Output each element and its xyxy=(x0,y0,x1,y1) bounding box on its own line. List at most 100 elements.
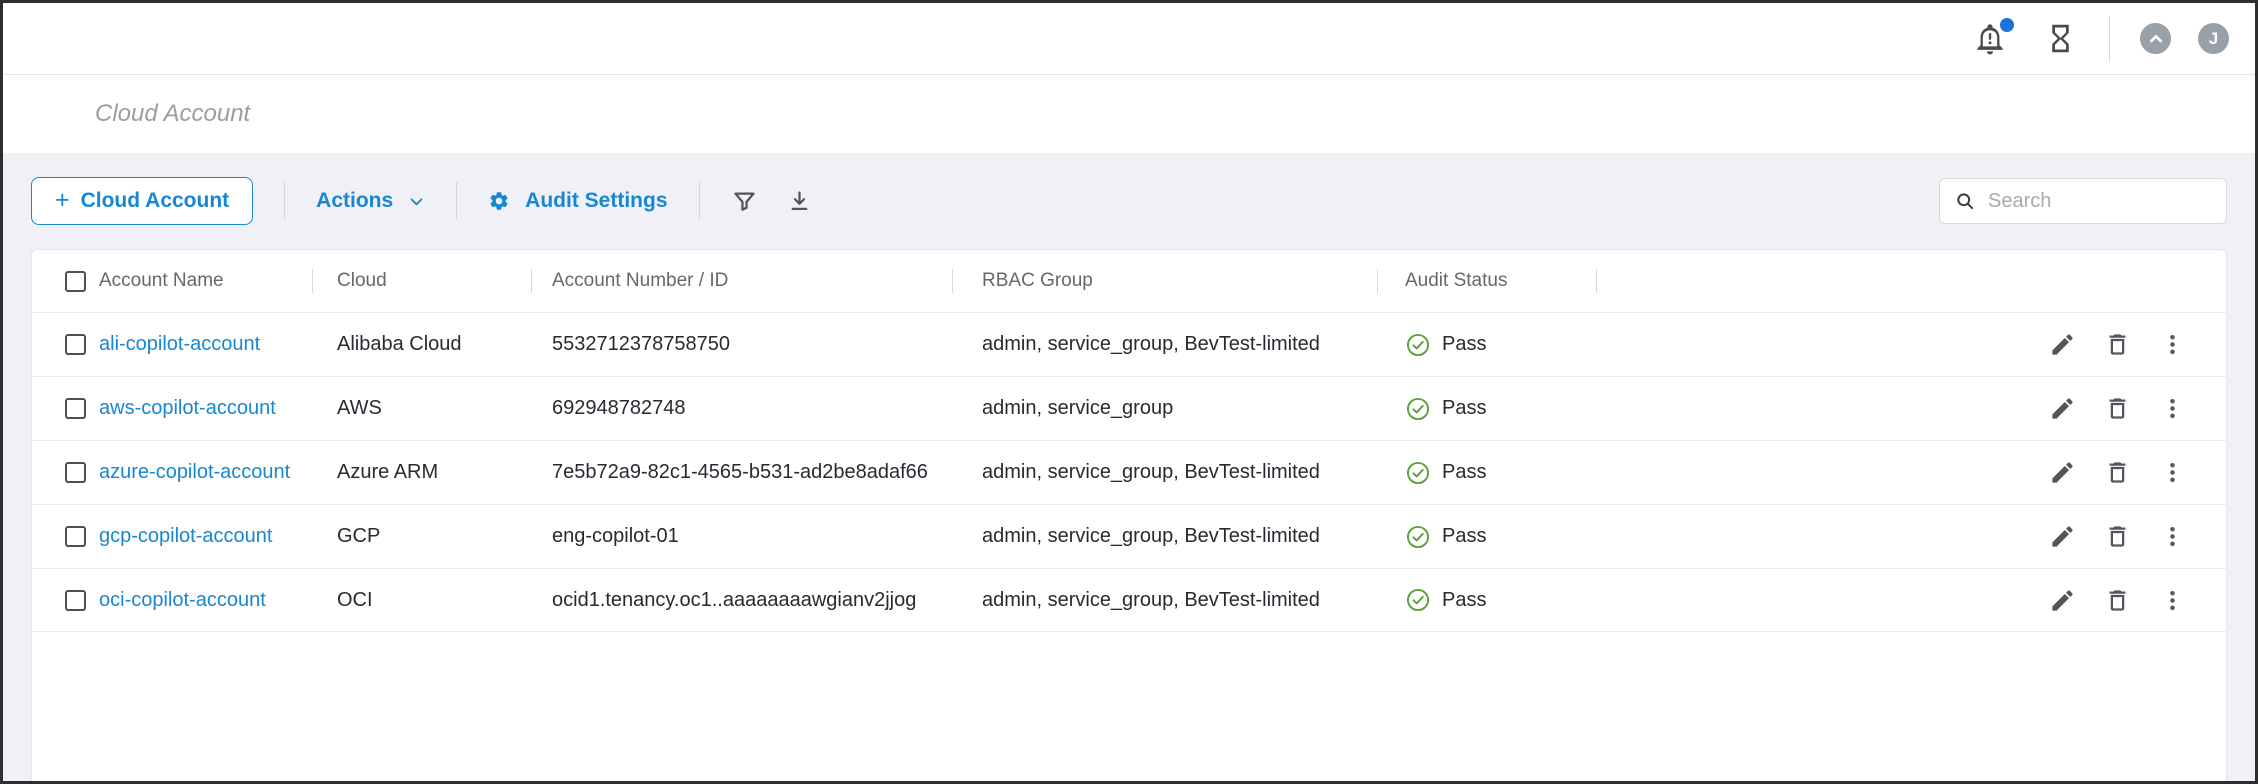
row-checkbox-cell xyxy=(32,526,99,547)
more-options-button[interactable] xyxy=(2159,523,2186,550)
trash-icon xyxy=(2104,459,2131,486)
pencil-icon xyxy=(2049,395,2076,422)
row-checkbox[interactable] xyxy=(65,589,86,611)
table-row: aws-copilot-account AWS 692948782748 adm… xyxy=(32,376,2226,440)
check-circle-icon xyxy=(1405,332,1431,358)
row-checkbox[interactable] xyxy=(65,334,86,355)
check-circle-icon xyxy=(1405,587,1431,613)
column-header-account-number: Account Number / ID xyxy=(532,250,953,312)
more-options-button[interactable] xyxy=(2159,331,2186,358)
more-options-button[interactable] xyxy=(2159,395,2186,422)
delete-button[interactable] xyxy=(2104,459,2131,486)
check-circle-icon xyxy=(1405,524,1431,550)
audit-status-cell: Pass xyxy=(1378,587,1597,613)
app-launcher-button[interactable] xyxy=(2140,23,2171,54)
edit-button[interactable] xyxy=(2049,459,2076,486)
breadcrumb-bar: Cloud Account xyxy=(3,75,2255,153)
add-cloud-account-label: Cloud Account xyxy=(80,189,230,212)
rbac-group-cell: admin, service_group, BevTest-limited xyxy=(982,461,1320,483)
chevron-down-icon xyxy=(408,193,425,210)
pencil-icon xyxy=(2049,523,2076,550)
filter-button[interactable] xyxy=(731,188,758,215)
cloud-account-page: J Cloud Account + Cloud Account Actions xyxy=(0,0,2258,784)
row-checkbox-cell xyxy=(32,462,99,483)
search-icon xyxy=(1955,191,1975,211)
search-input[interactable] xyxy=(1986,188,2211,214)
row-checkbox-cell xyxy=(32,398,99,419)
user-avatar[interactable]: J xyxy=(2198,23,2229,54)
column-header-cloud: Cloud xyxy=(313,250,532,312)
account-number-cell: 5532712378758750 xyxy=(552,333,730,355)
add-cloud-account-button[interactable]: + Cloud Account xyxy=(31,177,254,225)
row-checkbox[interactable] xyxy=(65,398,86,419)
account-name-link[interactable]: azure-copilot-account xyxy=(99,461,290,484)
notifications-button[interactable] xyxy=(1972,17,2014,57)
audit-status-cell: Pass xyxy=(1378,524,1597,550)
topbar-divider xyxy=(2109,15,2110,62)
table-row: gcp-copilot-account GCP eng-copilot-01 a… xyxy=(32,504,2226,568)
row-checkbox[interactable] xyxy=(65,462,86,483)
audit-status-label: Pass xyxy=(1442,461,1487,483)
row-actions xyxy=(1597,331,2226,358)
select-all-checkbox[interactable] xyxy=(65,270,86,292)
account-name-cell: oci-copilot-account xyxy=(99,589,313,612)
column-header-rbac-group: RBAC Group xyxy=(953,250,1378,312)
table-row: ali-copilot-account Alibaba Cloud 553271… xyxy=(32,312,2226,376)
edit-button[interactable] xyxy=(2049,523,2076,550)
column-header-audit-status: Audit Status xyxy=(1378,250,1597,312)
rbac-group-cell: admin, service_group, BevTest-limited xyxy=(982,588,1320,611)
account-name-link[interactable]: gcp-copilot-account xyxy=(99,525,272,548)
account-name-link[interactable]: ali-copilot-account xyxy=(99,333,260,356)
kebab-icon xyxy=(2159,395,2186,422)
audit-settings-label: Audit Settings xyxy=(525,189,668,212)
gear-icon xyxy=(488,190,510,212)
trash-icon xyxy=(2104,523,2131,550)
table-row: oci-copilot-account OCI ocid1.tenancy.oc… xyxy=(32,568,2226,632)
account-name-link[interactable]: aws-copilot-account xyxy=(99,397,276,420)
download-button[interactable] xyxy=(786,188,813,215)
delete-button[interactable] xyxy=(2104,331,2131,358)
task-history-button[interactable] xyxy=(2044,22,2077,55)
more-options-button[interactable] xyxy=(2159,459,2186,486)
audit-settings-button[interactable]: Audit Settings xyxy=(488,189,668,213)
toolbar-divider xyxy=(284,182,286,220)
chevron-up-icon xyxy=(2148,31,2164,47)
row-checkbox-cell xyxy=(32,589,99,611)
account-number-cell: eng-copilot-01 xyxy=(552,525,679,547)
row-actions xyxy=(1597,395,2226,422)
header-checkbox-cell xyxy=(32,250,99,312)
table-header: Account Name Cloud Account Number / ID R… xyxy=(32,250,2226,312)
kebab-icon xyxy=(2159,331,2186,358)
edit-button[interactable] xyxy=(2049,395,2076,422)
cloud-cell: AWS xyxy=(337,397,382,419)
delete-button[interactable] xyxy=(2104,395,2131,422)
audit-status-cell: Pass xyxy=(1378,332,1597,358)
delete-button[interactable] xyxy=(2104,523,2131,550)
avatar-initial: J xyxy=(2208,28,2219,48)
pencil-icon xyxy=(2049,459,2076,486)
rbac-group-cell: admin, service_group xyxy=(982,397,1174,419)
account-name-cell: ali-copilot-account xyxy=(99,333,313,356)
actions-label: Actions xyxy=(316,189,394,212)
row-actions xyxy=(1597,459,2226,486)
kebab-icon xyxy=(2159,523,2186,550)
pencil-icon xyxy=(2049,587,2076,614)
account-number-cell: 692948782748 xyxy=(552,397,686,419)
breadcrumb: Cloud Account xyxy=(95,100,251,127)
trash-icon xyxy=(2104,395,2131,422)
row-actions xyxy=(1597,587,2226,614)
row-actions xyxy=(1597,523,2226,550)
actions-dropdown-button[interactable]: Actions xyxy=(316,189,425,213)
toolbar-divider xyxy=(456,182,458,220)
edit-button[interactable] xyxy=(2049,587,2076,614)
check-circle-icon xyxy=(1405,396,1431,422)
cloud-cell: GCP xyxy=(337,525,381,547)
rbac-group-cell: admin, service_group, BevTest-limited xyxy=(982,333,1320,355)
edit-button[interactable] xyxy=(2049,331,2076,358)
row-checkbox[interactable] xyxy=(65,526,86,547)
account-number-cell: ocid1.tenancy.oc1..aaaaaaaawgianv2jjog xyxy=(552,588,917,611)
account-name-link[interactable]: oci-copilot-account xyxy=(99,589,266,612)
more-options-button[interactable] xyxy=(2159,587,2186,614)
delete-button[interactable] xyxy=(2104,587,2131,614)
audit-status-cell: Pass xyxy=(1378,396,1597,422)
